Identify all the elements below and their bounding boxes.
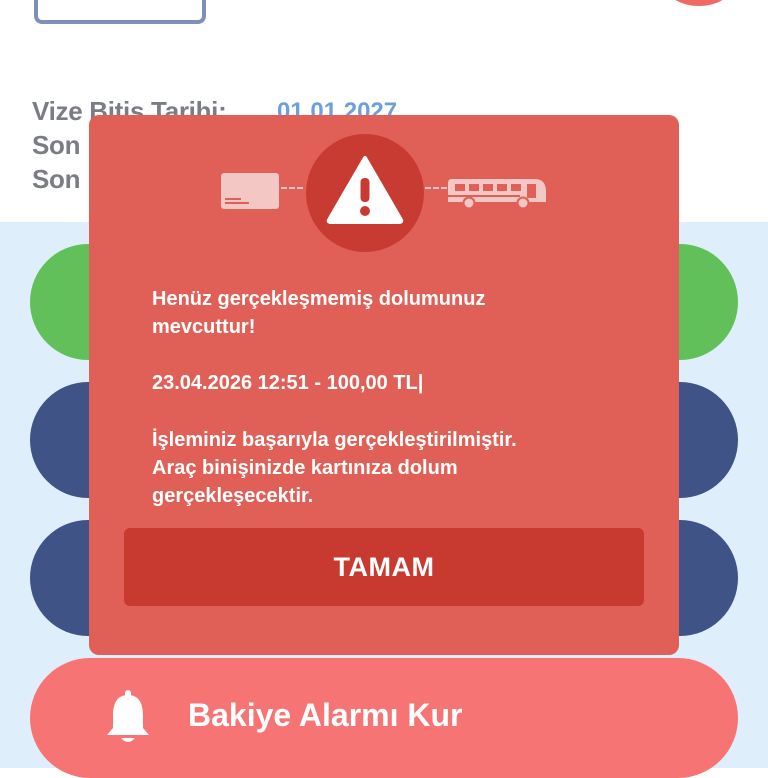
info-message-line-2: Araç binişinizde kartınıza dolum [152, 457, 458, 479]
warning-icon [326, 156, 404, 224]
card-icon [221, 173, 279, 209]
card-thumbnail[interactable] [34, 0, 206, 24]
pending-message-line-1: Henüz gerçekleşmemiş dolumunuz [152, 288, 486, 310]
info-row-3-label: Son [32, 164, 81, 194]
top-circle-button[interactable] [664, 0, 734, 6]
bell-icon [107, 690, 149, 742]
balance-alarm-label: Bakiye Alarmı Kur [188, 697, 463, 733]
connector-right [425, 187, 447, 189]
connector-left [281, 187, 303, 189]
info-row-2-label: Son [32, 130, 81, 160]
info-message-line-3: gerçekleşecektir. [152, 485, 314, 507]
info-message-line-1: İşleminiz başarıyla gerçekleştirilmiştir… [152, 429, 517, 451]
pending-message-line-2: mevcuttur! [152, 316, 256, 338]
bus-icon [448, 179, 546, 210]
transaction-details: 23.04.2026 12:51 - 100,00 TL| [152, 372, 424, 394]
ok-button[interactable]: TAMAM [124, 528, 644, 606]
